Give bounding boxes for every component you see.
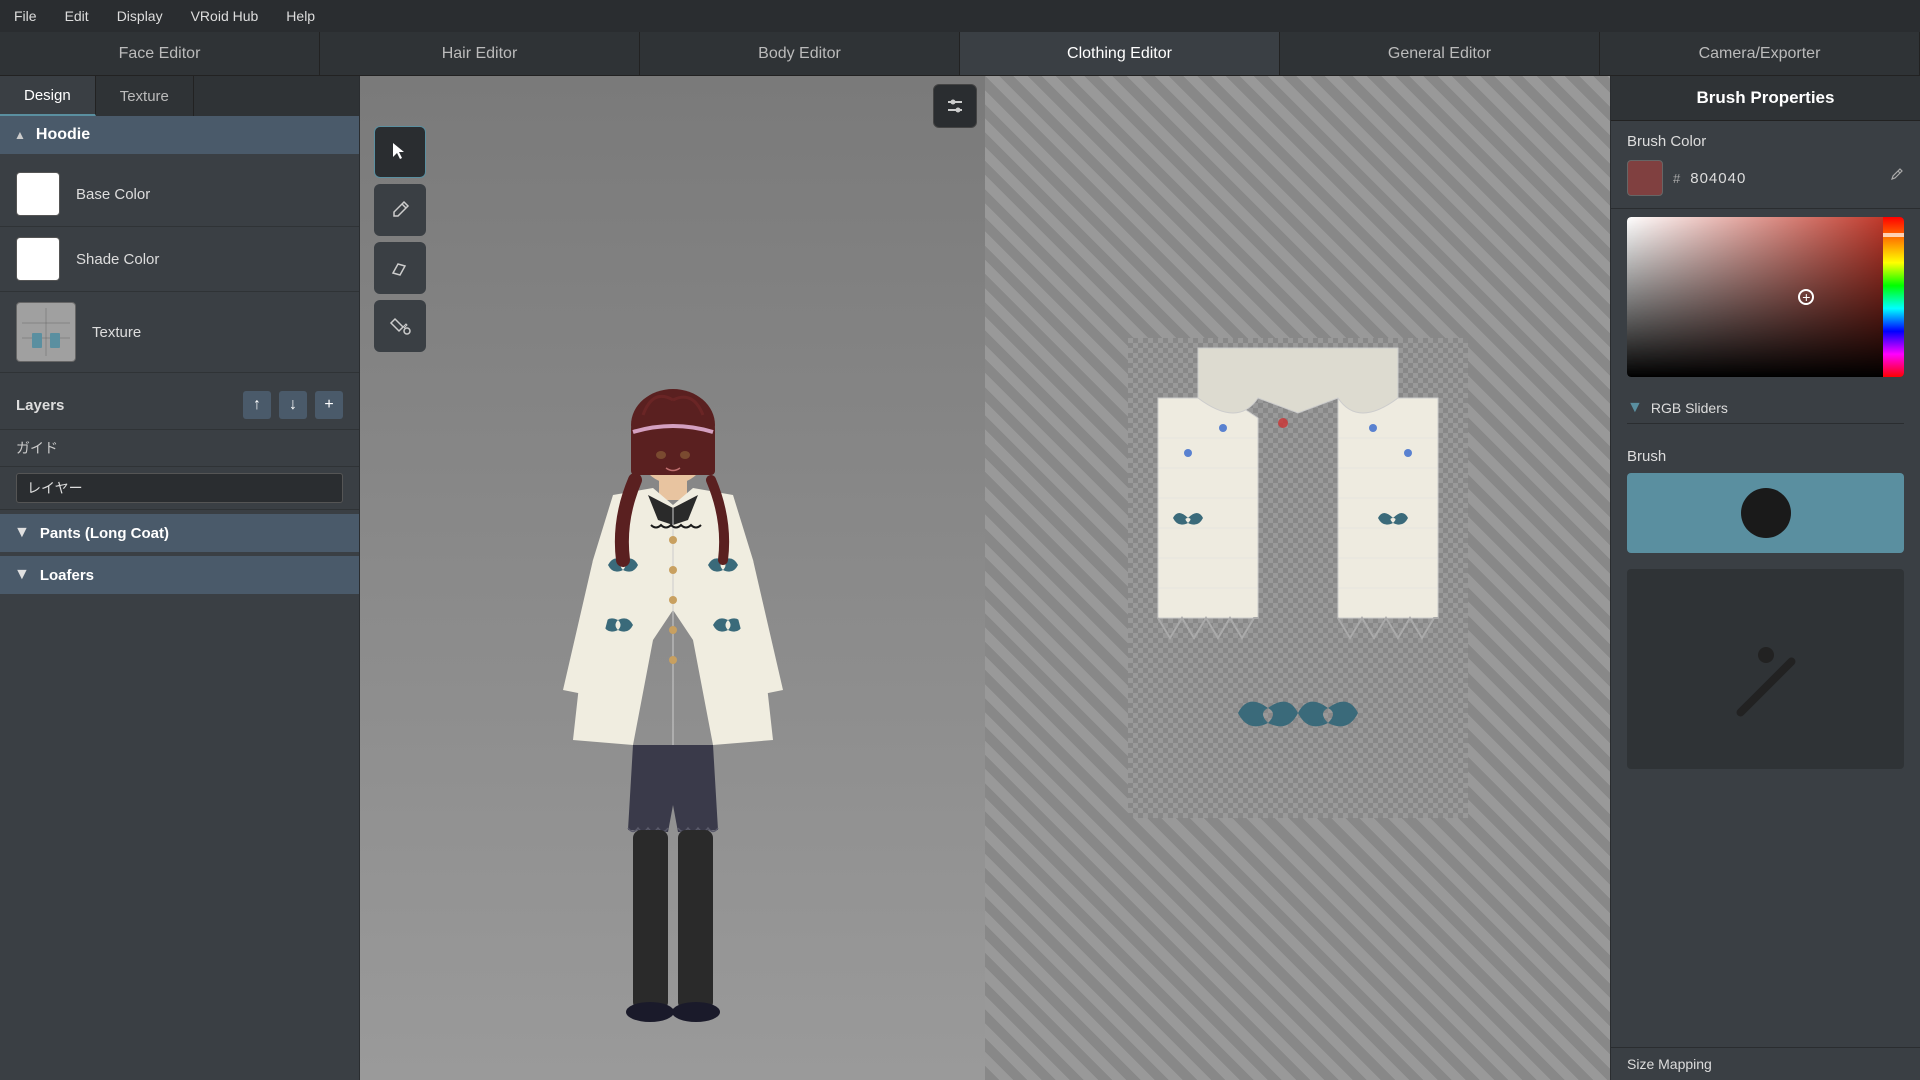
size-mapping-label: Size Mapping — [1611, 1047, 1920, 1080]
center-area — [360, 76, 1610, 1080]
brush-line-preview — [1734, 656, 1796, 718]
color-gradient-box[interactable]: + — [1627, 217, 1883, 377]
pants-section-header[interactable]: ▼ Pants (Long Coat) — [0, 514, 359, 552]
menu-bar: File Edit Display VRoid Hub Help — [0, 0, 1920, 32]
tab-face-editor[interactable]: Face Editor — [0, 32, 320, 75]
tab-hair-editor[interactable]: Hair Editor — [320, 32, 640, 75]
brush-color-value: 804040 — [1690, 170, 1746, 187]
tab-clothing-editor[interactable]: Clothing Editor — [960, 32, 1280, 75]
layer-down-button[interactable]: ↓ — [279, 391, 307, 419]
loafers-title: Loafers — [40, 567, 94, 584]
rgb-sliders-section: ▼ RGB Sliders — [1611, 385, 1920, 440]
base-color-swatch[interactable] — [16, 172, 60, 216]
hue-slider[interactable]: ◄ ◄ — [1883, 217, 1904, 377]
brush-color-label: Brush Color — [1627, 133, 1904, 150]
sub-tab-design[interactable]: Design — [0, 76, 96, 116]
pants-title: Pants (Long Coat) — [40, 525, 169, 542]
character-svg — [533, 360, 813, 1080]
shade-color-label: Shade Color — [76, 251, 159, 268]
pencil-tool-button[interactable] — [374, 184, 426, 236]
eraser-tool-button[interactable] — [374, 242, 426, 294]
loafers-section-header[interactable]: ▼ Loafers — [0, 556, 359, 594]
sub-tab-texture[interactable]: Texture — [96, 76, 194, 116]
rgb-toggle-header[interactable]: ▼ RGB Sliders — [1627, 393, 1904, 424]
hoodie-chevron-icon: ▲ — [14, 128, 26, 142]
layer-name-input[interactable] — [16, 473, 343, 503]
texture-area — [985, 76, 1610, 1080]
menu-edit[interactable]: Edit — [59, 4, 95, 28]
texture-svg — [1128, 338, 1468, 818]
tab-camera-exporter[interactable]: Camera/Exporter — [1600, 32, 1920, 75]
base-color-label: Base Color — [76, 186, 150, 203]
pants-chevron-icon: ▼ — [14, 524, 30, 542]
layer-guide: ガイド — [0, 430, 359, 467]
brush-section: Brush — [1611, 440, 1920, 561]
hoodie-title: Hoodie — [36, 126, 90, 144]
eyedropper-icon — [1886, 167, 1904, 185]
brush-circle — [1741, 488, 1791, 538]
tab-bar: Face Editor Hair Editor Body Editor Clot… — [0, 32, 1920, 76]
layers-header: Layers ↑ ↓ + — [0, 381, 359, 430]
loafers-chevron-icon: ▼ — [14, 566, 30, 584]
right-panel: Brush Properties Brush Color # 804040 — [1610, 76, 1920, 1080]
base-color-row[interactable]: Base Color — [0, 162, 359, 227]
brush-preview-area — [1627, 473, 1904, 553]
menu-display[interactable]: Display — [111, 4, 169, 28]
sub-tabs: Design Texture — [0, 76, 359, 116]
brush-label: Brush — [1627, 448, 1904, 465]
shade-color-swatch[interactable] — [16, 237, 60, 281]
viewport-texture[interactable] — [985, 76, 1610, 1080]
main-layout: Design Texture ▲ Hoodie Base Color Shade… — [0, 76, 1920, 1080]
hoodie-section-header[interactable]: ▲ Hoodie — [0, 116, 359, 154]
menu-help[interactable]: Help — [280, 4, 321, 28]
fill-icon — [389, 315, 411, 337]
color-gradient-area[interactable]: + ◄ ◄ — [1627, 217, 1904, 377]
texture-preview-svg — [17, 303, 75, 361]
layer-add-button[interactable]: + — [315, 391, 343, 419]
brush-color-swatch[interactable] — [1627, 160, 1663, 196]
fill-tool-button[interactable] — [374, 300, 426, 352]
menu-vroid-hub[interactable]: VRoid Hub — [185, 4, 265, 28]
left-panel: Design Texture ▲ Hoodie Base Color Shade… — [0, 76, 360, 1080]
gradient-cursor: + — [1798, 289, 1814, 305]
select-tool-button[interactable] — [374, 126, 426, 178]
cursor-icon — [389, 141, 411, 163]
brush-color-row: # 804040 — [1627, 160, 1904, 196]
layer-input-row — [0, 467, 359, 510]
layers-title: Layers — [16, 397, 235, 414]
texture-row[interactable]: Texture — [0, 292, 359, 373]
texture-label: Texture — [92, 324, 141, 341]
hue-cursor — [1883, 233, 1904, 237]
tab-body-editor[interactable]: Body Editor — [640, 32, 960, 75]
brush-other-area — [1627, 569, 1904, 769]
model-area — [360, 76, 985, 1080]
brush-small-dot — [1758, 647, 1774, 663]
brush-color-section: Brush Color # 804040 — [1611, 121, 1920, 209]
rgb-chevron-icon: ▼ — [1627, 399, 1643, 417]
pencil-icon — [389, 199, 411, 221]
shade-color-row[interactable]: Shade Color — [0, 227, 359, 292]
hue-arrow-right2: ◄ — [1902, 233, 1904, 244]
color-picker-button[interactable] — [1886, 167, 1904, 190]
viewport-3d[interactable] — [360, 76, 985, 1080]
menu-file[interactable]: File — [8, 4, 43, 28]
brush-properties-title: Brush Properties — [1611, 76, 1920, 121]
texture-thumbnail[interactable] — [16, 302, 76, 362]
rgb-sliders-label: RGB Sliders — [1651, 400, 1728, 416]
hoodie-content: Base Color Shade Color — [0, 154, 359, 381]
eraser-icon — [389, 257, 411, 279]
brush-color-hash: # — [1673, 171, 1680, 186]
toolbar — [374, 126, 426, 352]
tab-general-editor[interactable]: General Editor — [1280, 32, 1600, 75]
layer-up-button[interactable]: ↑ — [243, 391, 271, 419]
